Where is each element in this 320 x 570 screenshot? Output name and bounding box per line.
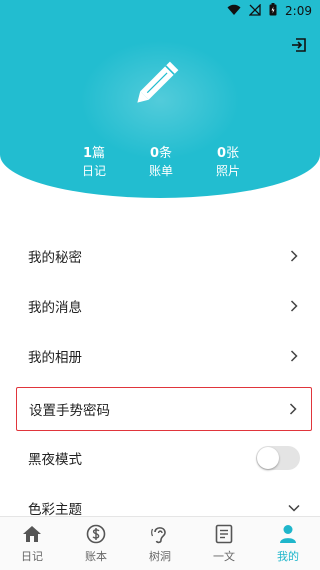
stat-diary-label: 日记 [81, 164, 106, 178]
status-bar: 2:09 [0, 0, 320, 22]
tab-label: 账本 [85, 550, 107, 563]
tab-mine[interactable]: 我的 [256, 517, 320, 570]
menu-item-label: 设置手势密码 [29, 403, 110, 419]
stat-diary-unit: 篇 [92, 146, 106, 161]
menu-item-my-secrets[interactable]: 我的秘密 [16, 234, 312, 278]
tab-treehole[interactable]: 树洞 [128, 517, 192, 570]
menu-item-label: 我的秘密 [28, 250, 82, 266]
no-signal-icon [248, 2, 261, 19]
profile-stats: 1篇 日记 0条 账单 0张 照片 [0, 146, 320, 186]
battery-icon [269, 3, 277, 19]
person-icon [277, 523, 299, 545]
menu-item-my-messages[interactable]: 我的消息 [16, 284, 312, 328]
dollar-icon [85, 523, 107, 545]
dark-mode-toggle[interactable] [256, 446, 300, 470]
home-icon [21, 523, 43, 545]
stat-diary-count: 1 [82, 146, 93, 161]
stat-photos[interactable]: 0张 照片 [198, 146, 258, 180]
stat-bills-label: 账单 [148, 164, 173, 178]
stat-bills-unit: 条 [159, 146, 173, 161]
chevron-right-icon [287, 403, 299, 415]
chevron-down-icon [288, 502, 300, 514]
stat-photos-label: 照片 [215, 164, 240, 178]
stat-bills-count: 0 [149, 146, 160, 161]
menu-item-label: 我的消息 [28, 300, 82, 316]
stat-diary[interactable]: 1篇 日记 [64, 146, 124, 180]
wifi-icon [227, 4, 241, 19]
logout-icon [290, 36, 308, 58]
stat-bills[interactable]: 0条 账单 [131, 146, 191, 180]
menu-item-label: 我的相册 [28, 350, 82, 366]
tab-diary[interactable]: 日记 [0, 517, 64, 570]
stat-photos-unit: 张 [226, 146, 240, 161]
tab-label: 我的 [277, 550, 299, 563]
chevron-right-icon [288, 250, 300, 262]
stat-photos-count: 0 [216, 146, 227, 161]
menu-item-dark-mode: 黑夜模式 [16, 436, 312, 480]
tab-label: 一文 [213, 550, 235, 563]
document-icon [213, 523, 235, 545]
pencil-icon [132, 52, 188, 108]
chevron-right-icon [288, 350, 300, 362]
chevron-right-icon [288, 300, 300, 312]
toggle-knob [257, 447, 279, 469]
status-time: 2:09 [285, 4, 312, 18]
logout-button[interactable] [288, 36, 310, 58]
tab-article[interactable]: 一文 [192, 517, 256, 570]
tab-ledger[interactable]: 账本 [64, 517, 128, 570]
bottom-tab-bar: 日记 账本 树洞 一文 我的 [0, 516, 320, 570]
menu-item-label: 黑夜模式 [28, 452, 82, 468]
menu-item-label: 色彩主题 [28, 502, 82, 518]
menu-item-gesture-password[interactable]: 设置手势密码 [16, 387, 312, 431]
tab-label: 日记 [21, 550, 43, 563]
ear-icon [149, 523, 171, 545]
tab-label: 树洞 [149, 550, 171, 563]
menu-item-my-album[interactable]: 我的相册 [16, 334, 312, 378]
